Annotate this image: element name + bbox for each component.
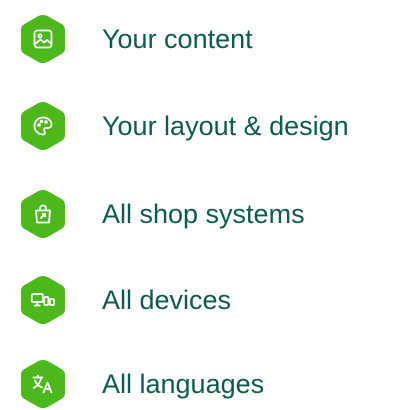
devices-icon — [31, 293, 55, 307]
palette-icon — [33, 116, 53, 136]
feature-item-layout-design: Your layout & design — [20, 101, 349, 151]
feature-item-shop-systems: All shop systems — [20, 189, 305, 239]
hexagon-badge — [20, 275, 66, 325]
translate-icon — [32, 374, 53, 394]
feature-label-devices: All devices — [102, 285, 232, 315]
feature-item-devices: All devices — [20, 275, 231, 325]
feature-item-content: Your content — [20, 14, 253, 64]
feature-label-shop-systems: All shop systems — [102, 199, 305, 229]
shopping-bag-icon — [35, 204, 51, 224]
hexagon-badge — [20, 14, 66, 64]
hexagon-badge — [20, 189, 66, 239]
feature-label-content: Your content — [102, 24, 253, 54]
feature-list: Your content Your layout & design All sh… — [0, 0, 418, 410]
image-icon — [33, 29, 53, 49]
hexagon-badge — [20, 101, 66, 151]
feature-item-languages: All languages — [20, 359, 264, 409]
hexagon-badge — [20, 359, 66, 409]
feature-label-layout-design: Your layout & design — [102, 111, 349, 141]
feature-label-languages: All languages — [102, 369, 265, 399]
